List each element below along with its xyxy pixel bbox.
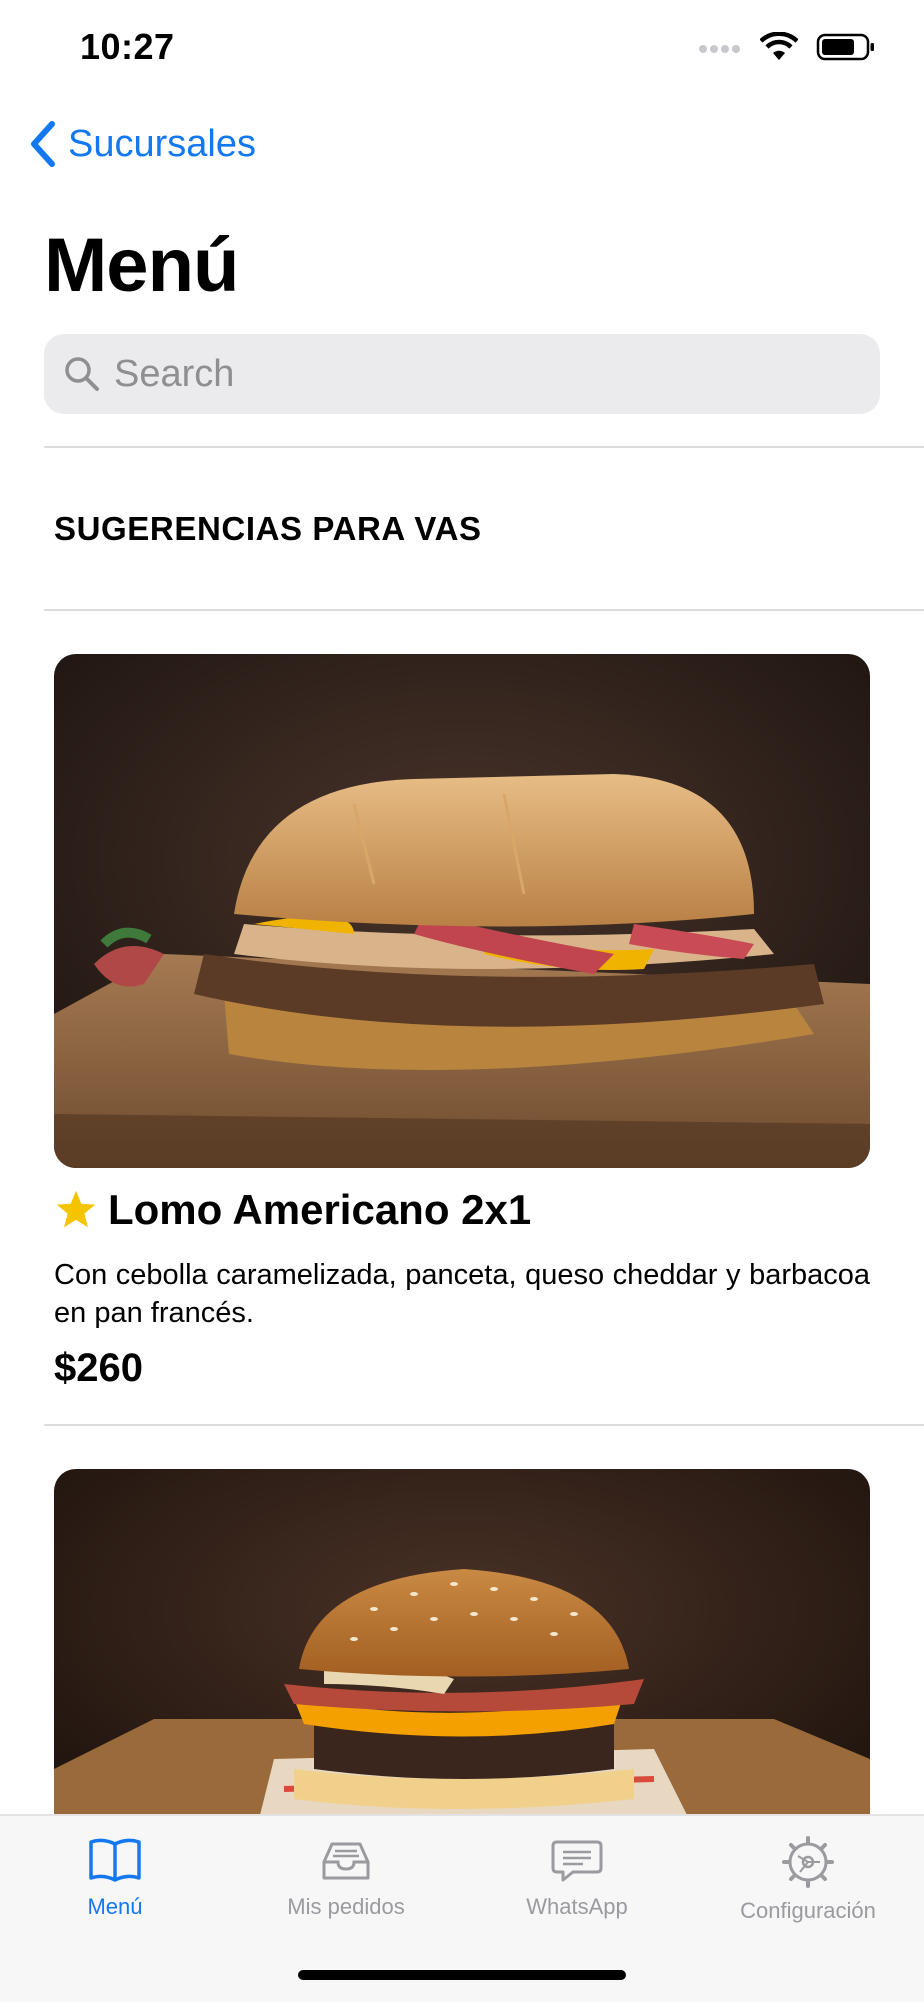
item-title: Lomo Americano 2x1 [108, 1186, 532, 1233]
chevron-left-icon [31, 121, 55, 167]
search-input[interactable]: Search [44, 334, 880, 414]
back-button[interactable]: Sucursales [28, 120, 256, 168]
back-button-label: Sucursales [68, 122, 256, 165]
tab-label: Configuración [740, 1898, 876, 1923]
tab-label: Mis pedidos [287, 1894, 405, 1919]
tab-menu[interactable]: Menú [0, 1836, 230, 1920]
tab-label: Menú [87, 1894, 143, 1919]
tab-configuracion[interactable]: Configuración [693, 1836, 923, 1924]
page-title: Menú [44, 223, 239, 308]
section-title: SUGERENCIAS PARA VAS [54, 510, 482, 547]
gear-icon [782, 1836, 834, 1888]
burger-illustration [54, 1469, 870, 1869]
divider [44, 1424, 924, 1426]
sandwich-illustration [54, 654, 870, 1168]
sandwich-photo[interactable] [54, 654, 870, 1168]
burger-photo[interactable] [54, 1469, 870, 1869]
message-icon [551, 1840, 603, 1882]
search-placeholder: Search [114, 352, 235, 395]
item-price: $260 [54, 1346, 143, 1390]
tab-mis-pedidos[interactable]: Mis pedidos [231, 1836, 461, 1920]
tab-whatsapp[interactable]: WhatsApp [462, 1836, 692, 1920]
tab-label: WhatsApp [526, 1894, 628, 1919]
search-icon [65, 357, 99, 391]
divider [44, 446, 924, 448]
status-icons [698, 32, 876, 62]
home-indicator [298, 1970, 626, 1980]
battery-icon [816, 33, 874, 61]
wifi-icon [760, 32, 798, 60]
book-icon [89, 1838, 141, 1882]
star-icon [56, 1190, 96, 1228]
divider [44, 609, 924, 611]
status-time: 10:27 [80, 26, 175, 67]
item-description: Con cebolla caramelizada, panceta, queso… [54, 1259, 870, 1329]
item-title-row[interactable]: Lomo Americano 2x1 [54, 1186, 531, 1234]
status-bar: 10:27 [0, 0, 924, 100]
cellular-signal-icon [699, 45, 740, 53]
tray-icon [322, 1842, 370, 1880]
